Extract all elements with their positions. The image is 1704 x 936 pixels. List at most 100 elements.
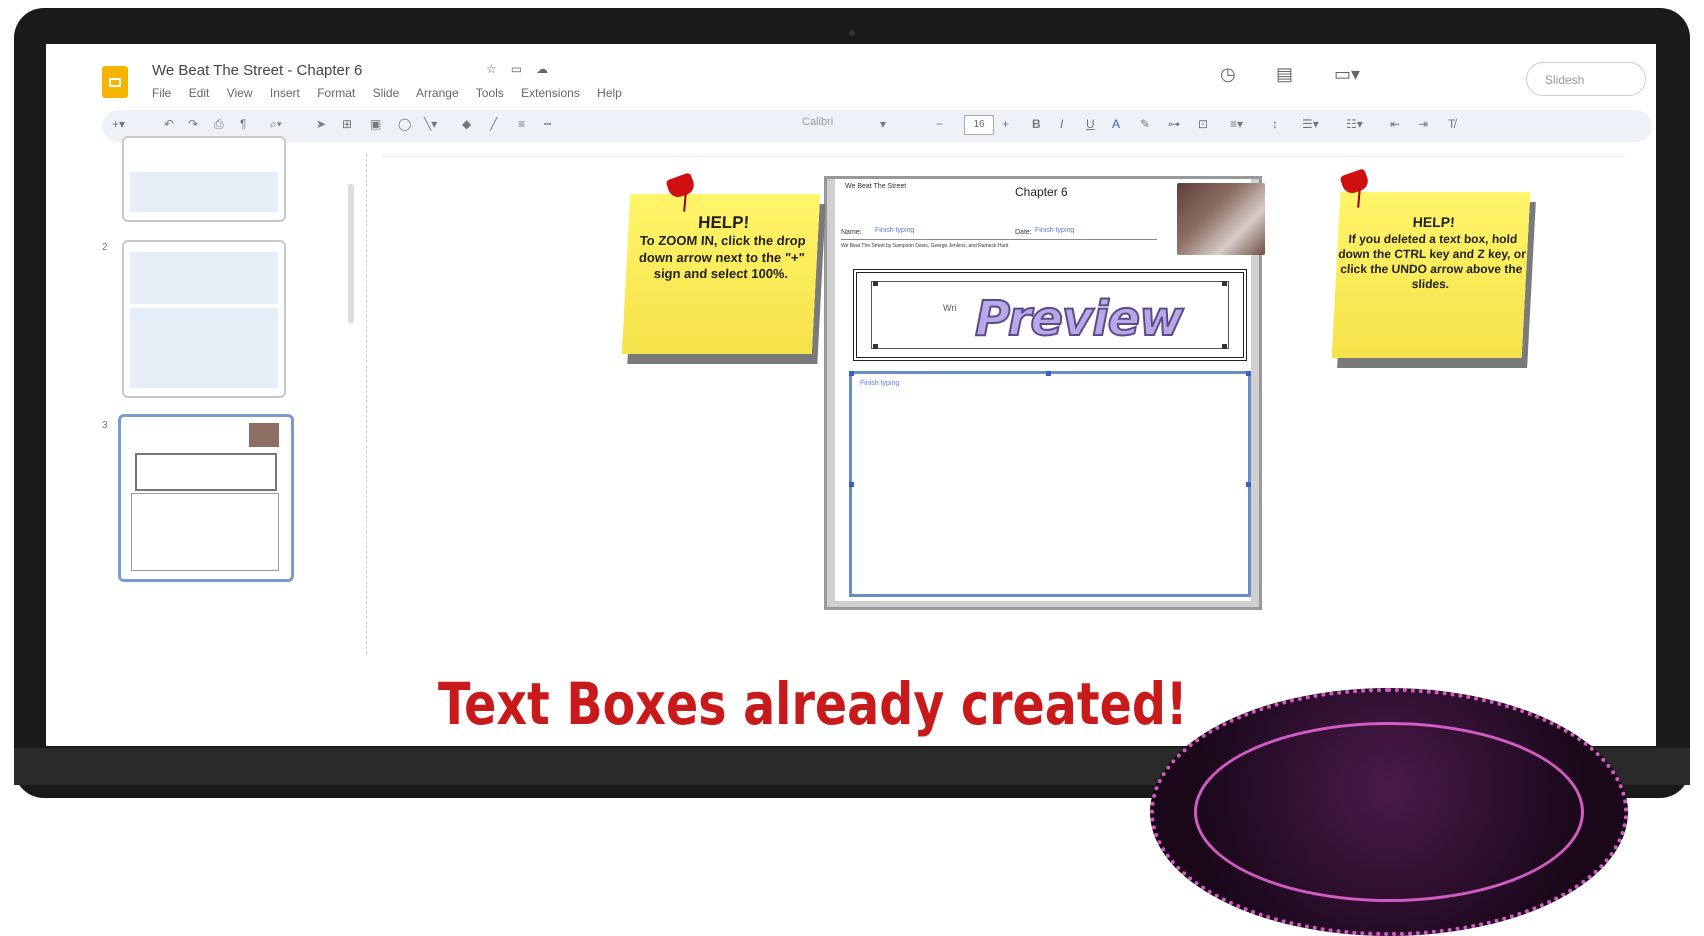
shape-icon[interactable]: ◯ (398, 117, 411, 131)
resize-handle[interactable] (849, 482, 854, 487)
menu-bar: File Edit View Insert Format Slide Arran… (152, 86, 636, 100)
menu-insert[interactable]: Insert (270, 86, 300, 100)
align-icon[interactable]: ≡▾ (1230, 117, 1243, 131)
menu-tools[interactable]: Tools (476, 86, 504, 100)
preview-title-box[interactable]: Wri Preview (853, 269, 1247, 361)
field-underline (841, 239, 1157, 240)
response-text-box[interactable]: Finish typing (849, 371, 1251, 597)
menu-slide[interactable]: Slide (373, 86, 400, 100)
indent-decrease-icon[interactable]: ⇤ (1390, 117, 1400, 131)
filmstrip-scrollbar[interactable] (348, 184, 354, 324)
numbered-list-icon[interactable]: ☷▾ (1346, 117, 1363, 131)
formatting-toolbar: +▾ ↶ ↷ ⎙ ¶ ⌕▾ ➤ ⊞ ▣ ◯ ╲▾ ◆ ╱ ≡ ┅ Calibri… (102, 110, 1652, 142)
resize-handle[interactable] (1222, 344, 1227, 349)
increase-font-size-icon[interactable]: + (1002, 117, 1009, 131)
slides-app-icon[interactable] (102, 66, 128, 98)
thumbnail-photo (249, 423, 279, 447)
decrease-font-size-icon[interactable]: − (936, 117, 943, 131)
menu-extensions[interactable]: Extensions (521, 86, 580, 100)
resize-handle[interactable] (873, 281, 878, 286)
history-icon[interactable]: ◷ (1220, 64, 1236, 85)
new-slide-icon[interactable]: +▾ (112, 117, 125, 131)
print-icon[interactable]: ⎙ (214, 117, 224, 132)
help-note-title: HELP! (697, 213, 750, 232)
name-label: Name: (841, 229, 862, 236)
comment-add-icon[interactable]: ⊡ (1198, 117, 1208, 131)
help-note-text: To ZOOM IN, click the drop down arrow ne… (638, 233, 807, 281)
camera-dot (849, 30, 855, 36)
menu-arrange[interactable]: Arrange (416, 86, 459, 100)
thumbnail-content (130, 252, 278, 304)
indent-increase-icon[interactable]: ⇥ (1418, 117, 1428, 131)
line-spacing-icon[interactable]: ↕ (1272, 117, 1278, 131)
vertical-ruler (366, 154, 368, 654)
cloud-icon[interactable]: ☁ (536, 62, 562, 76)
menu-format[interactable]: Format (317, 86, 355, 100)
menu-view[interactable]: View (227, 86, 253, 100)
border-weight-icon[interactable]: ≡ (518, 117, 525, 131)
menu-help[interactable]: Help (597, 86, 622, 100)
textbox-icon[interactable]: ⊞ (342, 117, 352, 131)
star-icon[interactable]: ☆ (486, 62, 511, 76)
paint-format-icon[interactable]: ¶ (240, 117, 246, 131)
italic-icon[interactable]: I (1060, 117, 1063, 131)
slide-thumbnail-2[interactable] (122, 240, 286, 398)
text-color-icon[interactable]: A (1112, 117, 1120, 131)
border-dash-icon[interactable]: ┅ (544, 117, 551, 131)
underline-icon[interactable]: U (1086, 117, 1095, 131)
select-icon[interactable]: ➤ (316, 117, 326, 131)
document-title[interactable]: We Beat The Street - Chapter 6 (152, 62, 362, 79)
response-placeholder[interactable]: Finish typing (860, 380, 899, 387)
resize-handle[interactable] (1246, 482, 1251, 487)
resize-handle[interactable] (1222, 281, 1227, 286)
fill-color-icon[interactable]: ◆ (462, 117, 471, 131)
bold-icon[interactable]: B (1032, 117, 1041, 131)
font-size-field[interactable]: 16 (964, 115, 994, 135)
font-dropdown-icon[interactable]: ▾ (880, 117, 886, 131)
clear-format-icon[interactable]: T̸ (1448, 117, 1455, 131)
help-note-text: If you deleted a text box, hold down the… (1337, 231, 1527, 291)
resize-handle[interactable] (1046, 371, 1051, 376)
resize-handle[interactable] (849, 371, 854, 376)
date-placeholder[interactable]: Finish typing (1035, 227, 1074, 234)
preview-side-label: Wri (943, 303, 957, 313)
help-note-title: HELP! (1412, 214, 1456, 230)
menu-edit[interactable]: Edit (189, 86, 210, 100)
authors-photo[interactable] (1177, 183, 1265, 255)
highlight-icon[interactable]: ✎ (1140, 117, 1150, 131)
ornament-ring (1194, 722, 1584, 902)
comment-icon[interactable]: ▤ (1276, 64, 1293, 85)
redo-icon[interactable]: ↷ (188, 117, 198, 131)
instruction-line: We Beat The Street by Sampson Davis, Geo… (841, 243, 1009, 249)
resize-handle[interactable] (1246, 371, 1251, 376)
promo-caption: Text Boxes already created! (438, 670, 1188, 738)
name-placeholder[interactable]: Finish typing (875, 227, 914, 234)
border-color-icon[interactable]: ╱ (490, 117, 497, 131)
resize-handle[interactable] (873, 344, 878, 349)
line-icon[interactable]: ╲▾ (424, 117, 437, 131)
slideshow-button[interactable]: Slidesh (1526, 62, 1646, 96)
zoom-icon[interactable]: ⌕▾ (270, 117, 282, 132)
menu-file[interactable]: File (152, 86, 171, 100)
slide-thumbnail-1[interactable] (122, 136, 286, 222)
title-icons: ☆▭☁ (486, 62, 562, 76)
undo-icon[interactable]: ↶ (164, 117, 174, 131)
date-label: Date: (1015, 229, 1032, 236)
thumbnail-preview-box (135, 453, 277, 491)
folder-icon[interactable]: ▭ (511, 62, 536, 76)
preview-watermark: Preview (974, 290, 1185, 348)
slide-thumbnail-3-selected[interactable] (118, 414, 294, 582)
slide-number: 2 (102, 242, 108, 253)
help-note-zoom: HELP! To ZOOM IN, click the drop down ar… (621, 194, 821, 354)
bulleted-list-icon[interactable]: ☰▾ (1302, 117, 1319, 131)
video-call-icon[interactable]: ▭▾ (1334, 64, 1360, 85)
slide-editor[interactable]: We Beat The Street Chapter 6 Name: Finis… (824, 176, 1265, 610)
image-icon[interactable]: ▣ (370, 117, 381, 131)
thumbnail-text-box (131, 493, 279, 571)
font-select[interactable]: Calibri (802, 116, 833, 128)
help-note-undo: HELP! If you deleted a text box, hold do… (1331, 192, 1531, 358)
laptop-screen: We Beat The Street - Chapter 6 ☆▭☁ File … (46, 44, 1656, 746)
slide-heading[interactable]: Chapter 6 (1015, 185, 1068, 199)
slide-number: 3 (102, 420, 108, 431)
link-icon[interactable]: ⊶ (1168, 117, 1180, 131)
